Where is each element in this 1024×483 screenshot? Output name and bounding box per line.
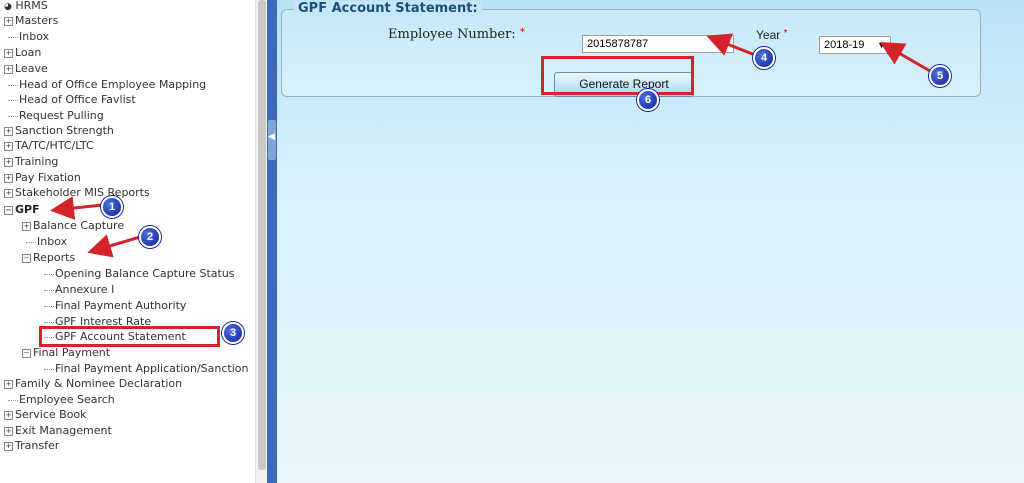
required-asterisk: * (783, 28, 788, 39)
tree-item-service-book[interactable]: + Service Book (4, 407, 87, 422)
globe-icon: ◕ (4, 2, 12, 12)
scrollbar-thumb[interactable] (258, 0, 266, 470)
pane-splitter[interactable]: ◀ (267, 0, 277, 483)
expand-plus-icon[interactable]: + (4, 48, 13, 58)
tree-item-hoo-employee-mapping[interactable]: Head of Office Employee Mapping (8, 77, 206, 92)
expand-plus-icon[interactable]: + (4, 410, 13, 420)
tree-connector (8, 399, 18, 401)
tree-item-masters[interactable]: + Masters (4, 13, 58, 28)
collapse-minus-icon[interactable]: − (4, 205, 13, 215)
required-asterisk: * (519, 27, 525, 38)
expand-plus-icon[interactable]: + (4, 426, 13, 436)
tree-connector (44, 273, 54, 275)
tree-connector (8, 36, 18, 38)
tree-item-training[interactable]: + Training (4, 154, 58, 169)
generate-report-button[interactable]: Generate Report (554, 72, 694, 97)
expand-plus-icon[interactable]: + (4, 188, 13, 198)
expand-plus-icon[interactable]: + (4, 141, 13, 151)
employee-number-input[interactable]: 2015878787 (582, 35, 734, 53)
step-marker-6: 6 (637, 89, 659, 111)
expand-plus-icon[interactable]: + (4, 16, 13, 26)
year-label: Year * (756, 28, 788, 42)
tree-connector (44, 321, 54, 323)
tree-item-pay-fixation[interactable]: + Pay Fixation (4, 170, 81, 185)
expand-plus-icon[interactable]: + (4, 126, 13, 136)
dropdown-arrow-icon[interactable]: ▼ (877, 37, 886, 53)
tree-item-ta-tc[interactable]: + TA/TC/HTC/LTC (4, 138, 94, 153)
tree-item-stakeholder-mis[interactable]: + Stakeholder MIS Reports (4, 185, 150, 200)
tree-item-sanction-strength[interactable]: + Sanction Strength (4, 123, 114, 138)
tree-connector (44, 305, 54, 307)
step-marker-5: 5 (929, 65, 951, 87)
step-marker-1: 1 (101, 196, 123, 218)
tree-item-final-payment[interactable]: − Final Payment (22, 345, 110, 360)
expand-plus-icon[interactable]: + (4, 157, 13, 167)
tree-item-gpf-inbox[interactable]: Inbox (26, 234, 67, 249)
tree-item-transfer[interactable]: + Transfer (4, 438, 59, 453)
collapse-minus-icon[interactable]: − (22, 348, 31, 358)
navigation-tree: ◕ HRMS + Masters Inbox + Loan + Leave Head … (0, 0, 255, 483)
tree-item-gpf-interest-rate[interactable]: GPF Interest Rate (44, 314, 151, 329)
step-marker-2: 2 (139, 226, 161, 248)
step-marker-4: 4 (753, 47, 775, 69)
tree-connector (8, 84, 18, 86)
tree-item-employee-search[interactable]: Employee Search (8, 392, 115, 407)
tree-item-request-pulling[interactable]: Request Pulling (8, 108, 104, 123)
tree-item-inbox[interactable]: Inbox (8, 29, 49, 44)
tree-connector (44, 336, 54, 338)
tree-item-annexure-i[interactable]: Annexure I (44, 282, 114, 297)
expand-plus-icon[interactable]: + (4, 379, 13, 389)
tree-item-leave[interactable]: + Leave (4, 61, 48, 76)
tree-connector (26, 241, 36, 243)
year-select[interactable]: 2018-19 ▼ (819, 36, 891, 54)
tree-item-balance-capture[interactable]: + Balance Capture (22, 218, 124, 233)
main-content: GPF Account Statement: Employee Number: … (277, 0, 1024, 483)
tree-item-hoo-favlist[interactable]: Head of Office Favlist (8, 92, 136, 107)
tree-item-final-payment-application[interactable]: Final Payment Application/Sanction (44, 361, 248, 376)
tree-item-family-nominee[interactable]: + Family & Nominee Declaration (4, 376, 182, 391)
expand-plus-icon[interactable]: + (22, 221, 31, 231)
tree-connector (44, 368, 54, 370)
tree-item-exit-management[interactable]: + Exit Management (4, 423, 112, 438)
tree-item-loan[interactable]: + Loan (4, 45, 41, 60)
collapse-minus-icon[interactable]: − (22, 253, 31, 263)
tree-connector (44, 289, 54, 291)
employee-number-label: Employee Number: * (388, 27, 525, 42)
tree-item-final-payment-authority[interactable]: Final Payment Authority (44, 298, 186, 313)
tree-item-gpf-account-statement[interactable]: GPF Account Statement (44, 329, 186, 344)
form-legend: GPF Account Statement: (294, 1, 482, 16)
expand-plus-icon[interactable]: + (4, 64, 13, 74)
tree-connector (8, 115, 18, 117)
collapse-left-icon[interactable]: ◀ (268, 132, 275, 142)
tree-item-opening-balance-status[interactable]: Opening Balance Capture Status (44, 266, 235, 281)
tree-item-hrms[interactable]: ◕ HRMS (4, 0, 48, 13)
expand-plus-icon[interactable]: + (4, 441, 13, 451)
tree-item-reports[interactable]: − Reports (22, 250, 75, 265)
step-marker-3: 3 (222, 322, 244, 344)
tree-item-gpf[interactable]: − GPF (4, 202, 40, 217)
gpf-statement-form: GPF Account Statement: Employee Number: … (281, 1, 981, 97)
tree-connector (8, 99, 18, 101)
expand-plus-icon[interactable]: + (4, 173, 13, 183)
